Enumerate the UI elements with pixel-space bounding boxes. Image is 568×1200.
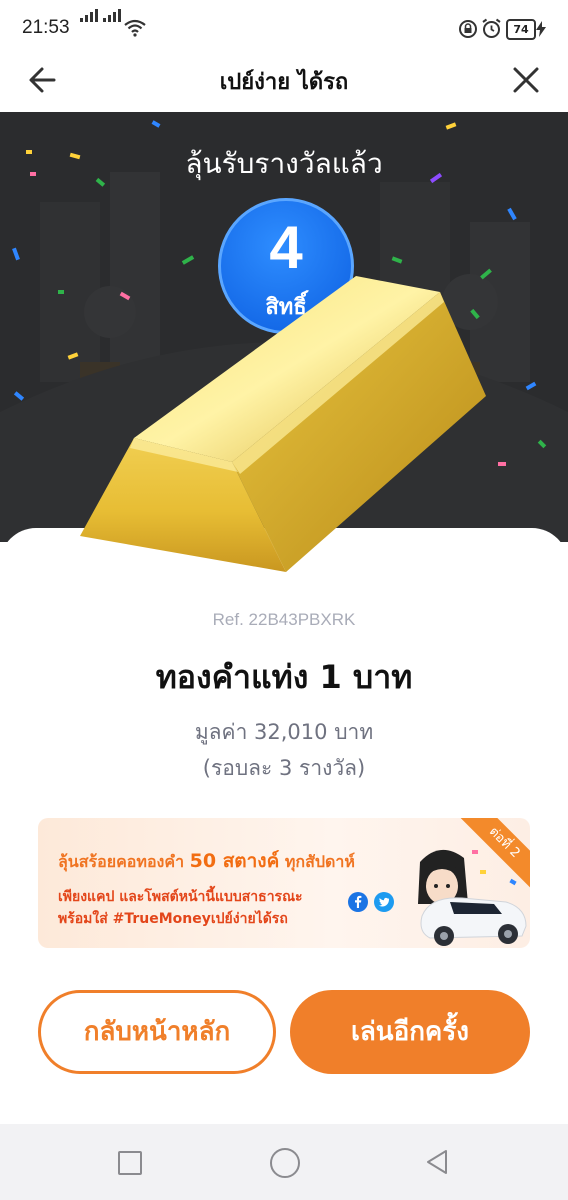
back-to-home-button[interactable]: กลับหน้าหลัก (38, 990, 276, 1074)
gold-bar-image (80, 276, 486, 572)
recent-apps-icon[interactable] (118, 1151, 142, 1175)
system-back-icon[interactable] (424, 1148, 452, 1176)
promo-headline-prefix: ลุ้นสร้อยคอทองคำ (58, 852, 185, 871)
promo-headline: ลุ้นสร้อยคอทองคำ 50 สตางค์ ทุกสัปดาห์ (58, 846, 355, 876)
page-title: เปย์ง่าย ได้รถ (219, 70, 349, 95)
status-time: 21:53 (22, 17, 70, 38)
facebook-icon (348, 892, 368, 912)
promo-headline-suffix: ทุกสัปดาห์ (284, 852, 355, 871)
home-icon[interactable] (270, 1148, 300, 1178)
lock-rotation-icon (459, 20, 477, 38)
charging-icon (536, 21, 546, 37)
header: เปย์ง่าย ได้รถ (0, 58, 568, 112)
promo-hashtag: พร้อมใส่ #TrueMoneyเปย์ง่ายได้รถ (58, 911, 288, 927)
system-nav-bar (0, 1124, 568, 1200)
wifi-icon (124, 19, 146, 37)
hero-title: ลุ้นรับรางวัลแล้ว (185, 147, 383, 180)
battery-indicator: 74 (506, 19, 536, 40)
twitter-icon (374, 892, 394, 912)
prize-rounds: (รอบละ 3 รางวัล) (202, 756, 366, 780)
promo-headline-highlight: 50 สตางค์ (189, 850, 280, 872)
close-icon[interactable] (506, 60, 546, 100)
alarm-icon (482, 18, 501, 38)
reference-code: Ref. 22B43PBXRK (212, 610, 356, 629)
promo-banner[interactable]: ลุ้นสร้อยคอทองคำ 50 สตางค์ ทุกสัปดาห์ เพ… (38, 818, 530, 948)
rights-count: 4 (269, 214, 303, 281)
status-bar: 21:53 74 (0, 0, 568, 58)
prize-value: มูลค่า 32,010 บาท (194, 720, 374, 744)
prize-name: ทองคำแท่ง 1 บาท (155, 658, 413, 696)
promo-instruction: เพียงแคป และโพสต์หน้านี้แบบสาธารณะ (58, 889, 303, 905)
play-again-button[interactable]: เล่นอีกครั้ง (290, 990, 530, 1074)
